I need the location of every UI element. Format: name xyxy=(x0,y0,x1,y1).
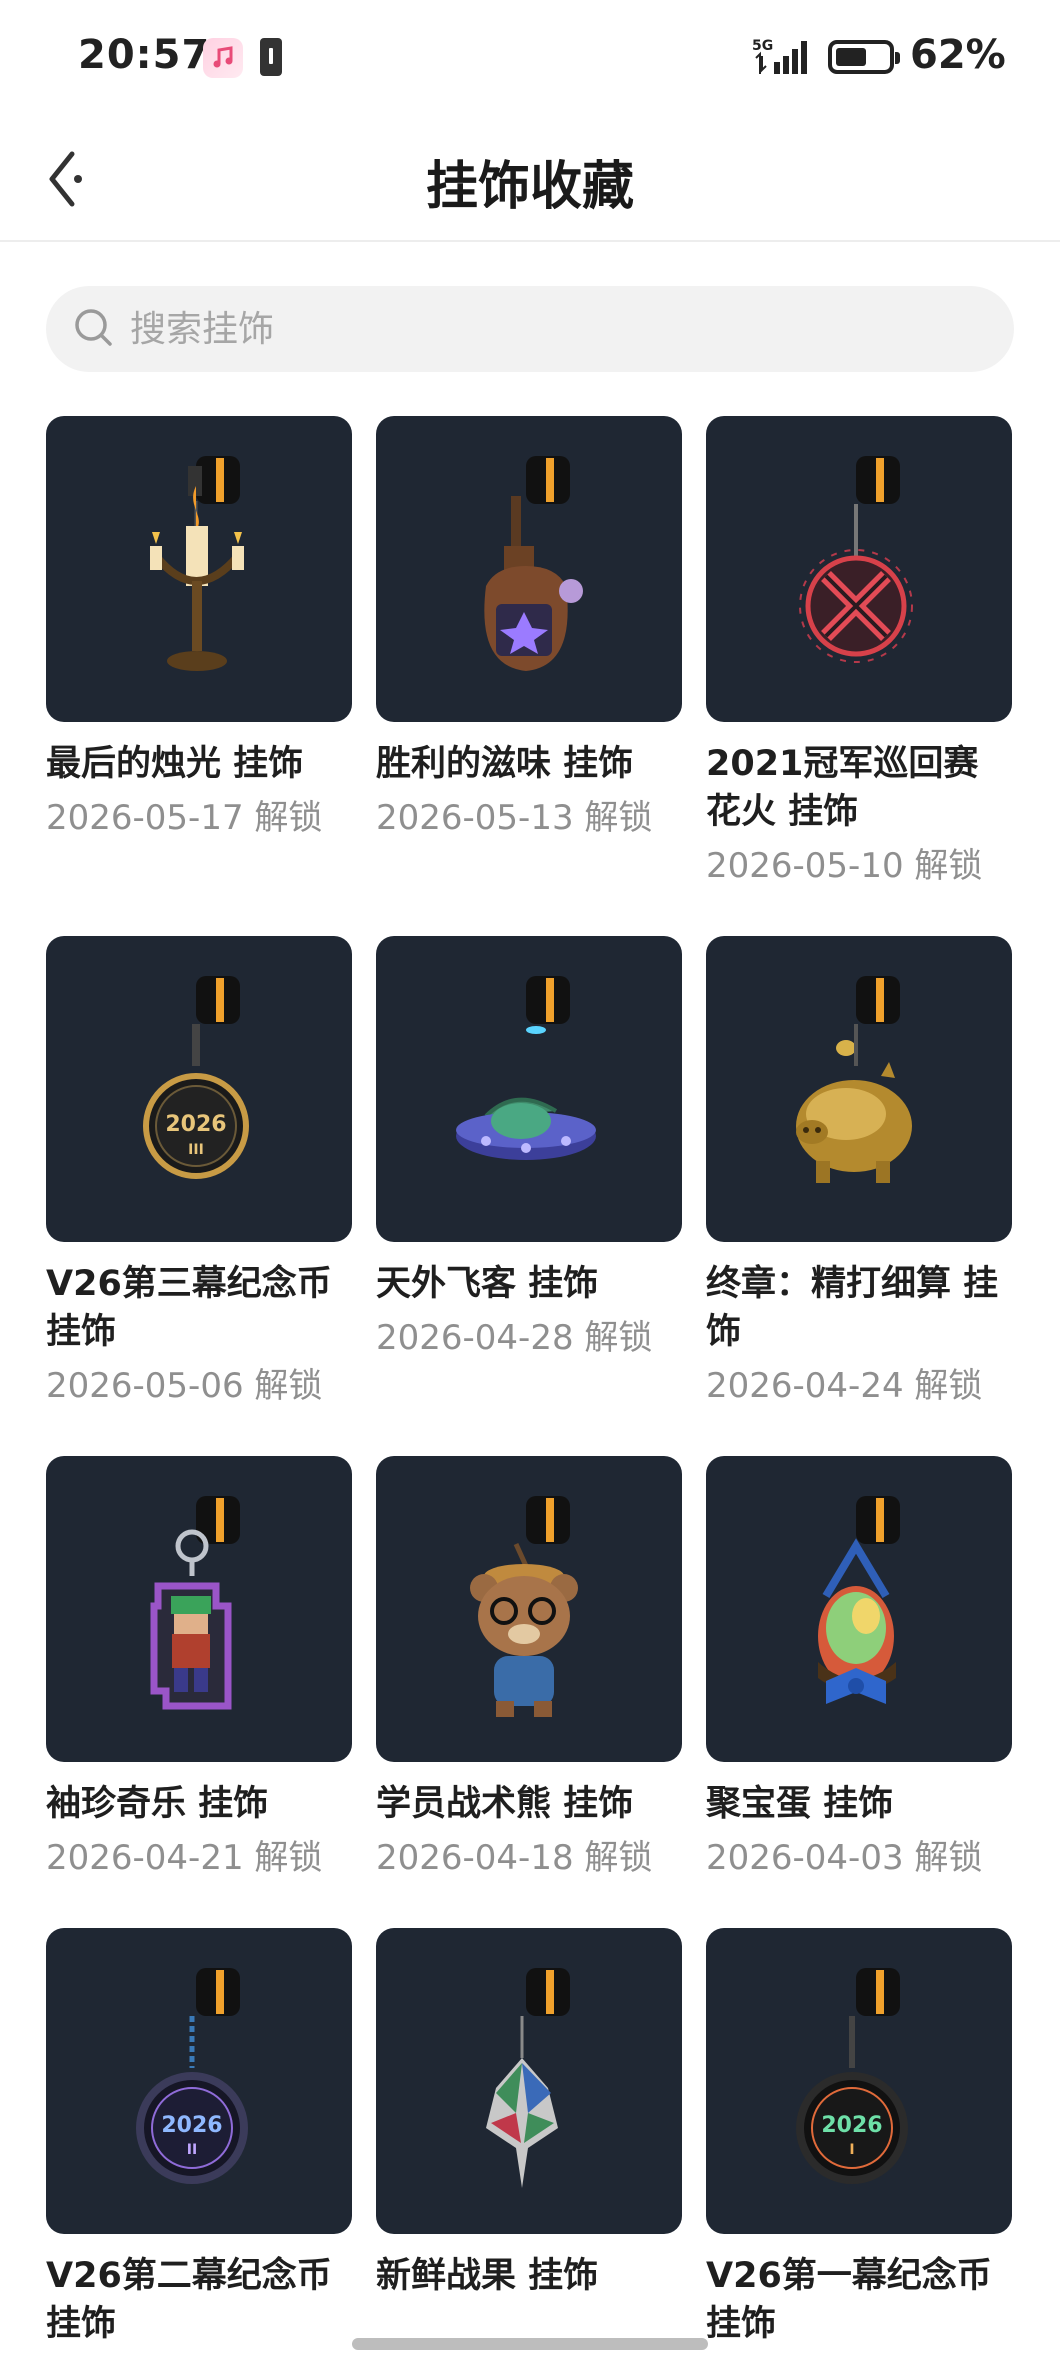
charm-thumbnail: 2026 III xyxy=(46,936,352,1242)
charm-card[interactable]: 聚宝蛋 挂饰 2026-04-03 解锁 xyxy=(706,1456,1012,1880)
charm-thumbnail xyxy=(376,1928,682,2234)
charm-name: 胜利的滋味 挂饰 xyxy=(376,744,634,784)
charm-card[interactable]: 终章：精打细算 挂饰 2026-04-24 解锁 xyxy=(706,936,1012,1408)
svg-text:2026: 2026 xyxy=(161,2113,222,2138)
candelabra-icon xyxy=(150,456,244,671)
search-icon xyxy=(72,306,116,350)
charm-thumbnail: 2026 II xyxy=(46,1928,352,2234)
coin-2026-ii-icon: 2026 II xyxy=(136,1968,248,2184)
svg-text:II: II xyxy=(187,2142,197,2158)
signal-icon: 5G xyxy=(752,36,816,78)
charm-card[interactable]: 袖珍奇乐 挂饰 2026-04-21 解锁 xyxy=(46,1456,352,1880)
charm-thumbnail: 2026 I xyxy=(706,1928,1012,2234)
svg-text:2026: 2026 xyxy=(821,2113,882,2138)
unlock-date: 2026-05-10 解锁 xyxy=(706,846,983,886)
charm-thumbnail xyxy=(706,416,1012,722)
charm-name: V26第三幕纪念币 挂饰 xyxy=(46,1264,332,1352)
coin-2026-iii-icon: 2026 III xyxy=(143,976,249,1179)
charm-name: 终章：精打细算 挂饰 xyxy=(706,1264,999,1352)
unlock-date: 2026-05-06 解锁 xyxy=(46,1366,323,1406)
charm-thumbnail xyxy=(46,1456,352,1762)
charm-name: 聚宝蛋 挂饰 xyxy=(706,1784,894,1824)
charm-name: 袖珍奇乐 挂饰 xyxy=(46,1784,269,1824)
unlock-date: 2026-05-13 解锁 xyxy=(376,798,653,838)
unlock-date: 2026-04-18 解锁 xyxy=(376,1838,653,1878)
charm-name: 2021冠军巡回赛花火 挂饰 xyxy=(706,744,979,832)
top-bar: 挂饰收藏 xyxy=(0,116,1060,242)
charm-thumbnail xyxy=(706,1456,1012,1762)
battery-alert-icon xyxy=(260,38,282,76)
home-indicator[interactable] xyxy=(352,2338,708,2350)
charm-card[interactable]: 2026 I V26第一幕纪念币 挂饰 xyxy=(706,1928,1012,2348)
charm-card[interactable]: 最后的烛光 挂饰 2026-05-17 解锁 xyxy=(46,416,352,840)
charm-thumbnail xyxy=(376,936,682,1242)
page-title: 挂饰收藏 xyxy=(425,157,634,217)
unlock-date: 2026-04-28 解锁 xyxy=(376,1318,653,1358)
charm-card[interactable]: 天外飞客 挂饰 2026-04-28 解锁 xyxy=(376,936,682,1360)
battery-icon xyxy=(828,40,900,74)
charm-name: 天外飞客 挂饰 xyxy=(376,1264,599,1304)
status-bar: 20:57 5G 62% xyxy=(0,0,1060,116)
bear-icon xyxy=(470,1496,578,1717)
music-app-icon xyxy=(203,38,243,78)
charm-name: 新鲜战果 挂饰 xyxy=(376,2256,599,2296)
charm-card[interactable]: 胜利的滋味 挂饰 2026-05-13 解锁 xyxy=(376,416,682,840)
svg-text:III: III xyxy=(188,1142,204,1158)
charm-thumbnail xyxy=(706,936,1012,1242)
charm-card[interactable]: 学员战术熊 挂饰 2026-04-18 解锁 xyxy=(376,1456,682,1880)
pixel-character-icon xyxy=(150,1496,240,1710)
search-bar[interactable] xyxy=(46,286,1014,372)
search-input[interactable] xyxy=(130,286,990,372)
svg-text:I: I xyxy=(849,2142,854,2158)
charm-card[interactable]: 2021冠军巡回赛花火 挂饰 2026-05-10 解锁 xyxy=(706,416,1012,888)
leaf-fruit-icon xyxy=(486,1968,570,2188)
svg-text:2026: 2026 xyxy=(165,1112,226,1137)
unlock-date: 2026-04-24 解锁 xyxy=(706,1366,983,1406)
charm-name: V26第二幕纪念币 挂饰 xyxy=(46,2256,332,2344)
charm-card[interactable]: 新鲜战果 挂饰 xyxy=(376,1928,682,2300)
charm-name: 学员战术熊 挂饰 xyxy=(376,1784,634,1824)
charm-name: 最后的烛光 挂饰 xyxy=(46,744,304,784)
coin-2026-i-icon: 2026 I xyxy=(796,1968,908,2184)
charm-thumbnail xyxy=(46,416,352,722)
charm-thumbnail xyxy=(376,1456,682,1762)
network-label: 5G xyxy=(752,38,773,54)
status-time: 20:57 xyxy=(78,32,211,78)
charm-thumbnail xyxy=(376,416,682,722)
unlock-date: 2026-04-21 解锁 xyxy=(46,1838,323,1878)
charm-name: V26第一幕纪念币 挂饰 xyxy=(706,2256,992,2344)
unlock-date: 2026-04-03 解锁 xyxy=(706,1838,983,1878)
firework-x-emblem-icon xyxy=(799,456,913,663)
piggy-bank-icon xyxy=(796,976,912,1183)
ufo-icon xyxy=(456,976,596,1160)
unlock-date: 2026-05-17 解锁 xyxy=(46,798,323,838)
egg-basket-icon xyxy=(818,1496,900,1704)
charm-card[interactable]: 2026 II V26第二幕纪念币 挂饰 xyxy=(46,1928,352,2348)
charm-card[interactable]: 2026 III V26第三幕纪念币 挂饰 2026-05-06 解锁 xyxy=(46,936,352,1408)
battery-percent: 62% xyxy=(910,32,1006,78)
potion-bottle-icon xyxy=(484,456,583,671)
